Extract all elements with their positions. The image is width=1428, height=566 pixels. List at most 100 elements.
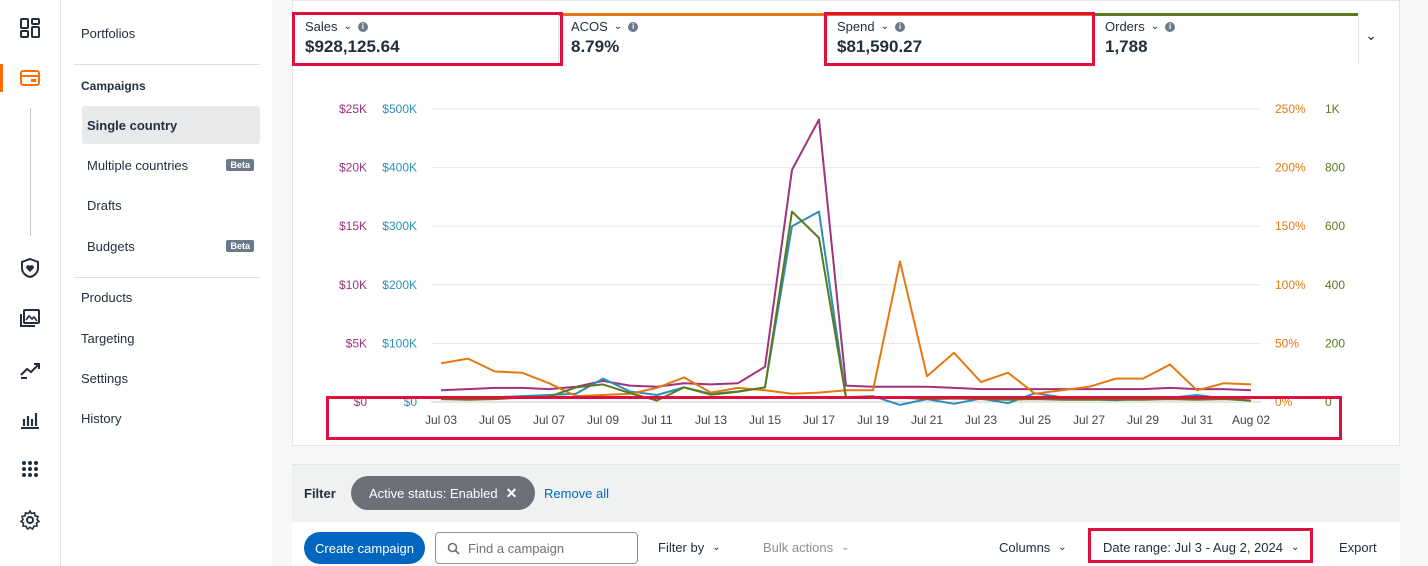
metric-spend[interactable]: Spend ⌄ i $81,590.27 bbox=[825, 13, 1093, 65]
axis-tick-label-spend: $15K bbox=[339, 219, 367, 233]
axis-tick-label-spend: $5K bbox=[346, 336, 367, 350]
x-tick-label: Jul 21 bbox=[911, 413, 943, 427]
info-icon[interactable]: i bbox=[1165, 21, 1176, 32]
x-tick-label: Jul 07 bbox=[533, 413, 565, 427]
date-range-label: Date range: Jul 3 - Aug 2, 2024 bbox=[1103, 540, 1283, 555]
rail-divider bbox=[30, 108, 31, 236]
filter-bar: Filter Active status: Enabled ✕ Remove a… bbox=[292, 464, 1400, 522]
nav-multiple-countries[interactable]: Multiple countries Beta bbox=[82, 146, 260, 184]
metric-color-bar bbox=[1093, 13, 1358, 16]
axis-tick-label-acos: 200% bbox=[1275, 161, 1306, 175]
metric-label-row: Orders ⌄ i bbox=[1105, 19, 1346, 34]
x-tick-label: Jul 23 bbox=[965, 413, 997, 427]
x-tick-label: Jul 29 bbox=[1127, 413, 1159, 427]
info-icon[interactable]: i bbox=[357, 21, 368, 32]
metric-value: $928,125.64 bbox=[305, 37, 400, 56]
x-tick-label: Jul 09 bbox=[587, 413, 619, 427]
chevron-down-icon[interactable]: ⌄ bbox=[1151, 21, 1159, 32]
date-range-dropdown[interactable]: Date range: Jul 3 - Aug 2, 2024 ⌄ bbox=[1103, 540, 1299, 555]
series-line-orders bbox=[440, 210, 1252, 402]
metric-value: 8.79% bbox=[571, 37, 620, 56]
campaign-search[interactable] bbox=[435, 532, 638, 564]
apps-grid-icon[interactable] bbox=[18, 457, 42, 481]
metric-label-row: Spend ⌄ i bbox=[837, 19, 1080, 34]
chevron-down-icon[interactable]: ⌄ bbox=[881, 21, 889, 32]
nav-single-country[interactable]: Single country bbox=[82, 106, 260, 144]
nav-targeting[interactable]: Targeting bbox=[81, 331, 134, 346]
media-library-icon[interactable] bbox=[18, 306, 42, 330]
nav-divider bbox=[74, 277, 260, 278]
filter-label: Filter bbox=[304, 486, 336, 501]
nav-products[interactable]: Products bbox=[81, 290, 132, 305]
settings-gear-icon[interactable] bbox=[18, 508, 42, 532]
dashboard-icon[interactable] bbox=[18, 16, 42, 40]
info-icon[interactable]: i bbox=[628, 21, 639, 32]
nav-budgets[interactable]: Budgets Beta bbox=[82, 227, 260, 265]
columns-dropdown[interactable]: Columns ⌄ bbox=[999, 540, 1067, 555]
search-icon bbox=[447, 542, 460, 555]
bulk-actions-label: Bulk actions bbox=[763, 540, 834, 555]
axis-tick-label-spend: $10K bbox=[339, 278, 367, 292]
performance-line-chart: $0 $5K $10K $15K $20K $25K $0 $100K $200K $300K $4… bbox=[339, 102, 1345, 427]
campaign-manager-icon[interactable] bbox=[18, 66, 42, 90]
chevron-down-icon[interactable]: ⌄ bbox=[344, 21, 352, 32]
create-campaign-button[interactable]: Create campaign bbox=[304, 532, 425, 564]
nav-item-label: Single country bbox=[87, 117, 178, 133]
axis-tick-label-spend: $0 bbox=[354, 395, 368, 409]
export-button[interactable]: Export bbox=[1339, 540, 1377, 555]
nav-portfolios[interactable]: Portfolios bbox=[81, 26, 135, 41]
nav-settings[interactable]: Settings bbox=[81, 371, 128, 386]
nav-history[interactable]: History bbox=[81, 411, 121, 426]
bulk-actions-dropdown[interactable]: Bulk actions ⌄ bbox=[763, 540, 849, 555]
axis-tick-label-acos: 100% bbox=[1275, 278, 1306, 292]
expand-chevron-icon[interactable]: ⌄ bbox=[1365, 27, 1377, 44]
info-icon[interactable]: i bbox=[894, 21, 905, 32]
brand-shield-icon[interactable] bbox=[18, 256, 42, 280]
nav-campaigns-heading: Campaigns bbox=[81, 79, 146, 93]
filter-chip-active-status[interactable]: Active status: Enabled ✕ bbox=[351, 476, 536, 510]
search-input[interactable] bbox=[468, 540, 628, 556]
x-tick-label: Jul 27 bbox=[1073, 413, 1105, 427]
close-icon[interactable]: ✕ bbox=[506, 485, 518, 502]
axis-tick-label-sales: $300K bbox=[382, 219, 417, 233]
metric-value: $81,590.27 bbox=[837, 37, 923, 56]
chevron-down-icon: ⌄ bbox=[841, 542, 850, 553]
filter-by-label: Filter by bbox=[658, 540, 705, 555]
remove-all-link[interactable]: Remove all bbox=[544, 486, 609, 501]
axis-tick-label-sales: $0 bbox=[404, 395, 418, 409]
metric-label-row: ACOS ⌄ i bbox=[571, 19, 812, 34]
nav-drafts[interactable]: Drafts bbox=[82, 186, 260, 224]
sidebar-nav: Portfolios Campaigns Single country Mult… bbox=[62, 0, 272, 566]
metric-sales[interactable]: Sales ⌄ i $928,125.64 bbox=[293, 13, 559, 65]
axis-tick-label-acos: 150% bbox=[1275, 219, 1306, 233]
axis-tick-label-orders: 400 bbox=[1325, 278, 1345, 292]
metric-acos[interactable]: ACOS ⌄ i 8.79% bbox=[559, 13, 825, 65]
axis-tick-label-acos: 0% bbox=[1275, 395, 1293, 409]
trending-icon[interactable] bbox=[18, 357, 42, 381]
axis-tick-label-orders: 200 bbox=[1325, 336, 1345, 350]
columns-label: Columns bbox=[999, 540, 1051, 555]
axis-tick-label-sales: $100K bbox=[382, 336, 417, 350]
x-tick-label: Jul 17 bbox=[803, 413, 835, 427]
metric-orders[interactable]: Orders ⌄ i 1,788 bbox=[1093, 13, 1359, 65]
nav-item-label: Multiple countries bbox=[87, 157, 189, 173]
filter-by-dropdown[interactable]: Filter by ⌄ bbox=[658, 540, 721, 555]
performance-chart-card: Sales ⌄ i $928,125.64 ACOS ⌄ i 8.79% Spe… bbox=[292, 0, 1400, 446]
nav-divider bbox=[74, 64, 260, 65]
axis-tick-label-sales: $200K bbox=[382, 278, 417, 292]
metric-label: Sales bbox=[305, 19, 338, 34]
series-line-spend bbox=[440, 118, 1252, 392]
nav-item-label: Budgets bbox=[87, 238, 135, 254]
metric-color-bar bbox=[559, 13, 824, 16]
chevron-down-icon[interactable]: ⌄ bbox=[614, 21, 622, 32]
axis-tick-label-orders: 0 bbox=[1325, 395, 1332, 409]
active-indicator bbox=[0, 64, 3, 92]
reports-icon[interactable] bbox=[18, 407, 42, 431]
chevron-down-icon: ⌄ bbox=[1058, 542, 1067, 553]
axis-tick-label-sales: $500K bbox=[382, 102, 417, 116]
axis-tick-label-acos: 50% bbox=[1275, 336, 1299, 350]
nav-item-label: Drafts bbox=[87, 197, 122, 213]
chevron-down-icon: ⌄ bbox=[712, 542, 721, 553]
x-tick-label: Jul 11 bbox=[641, 413, 672, 427]
axis-tick-label-acos: 250% bbox=[1275, 102, 1306, 116]
